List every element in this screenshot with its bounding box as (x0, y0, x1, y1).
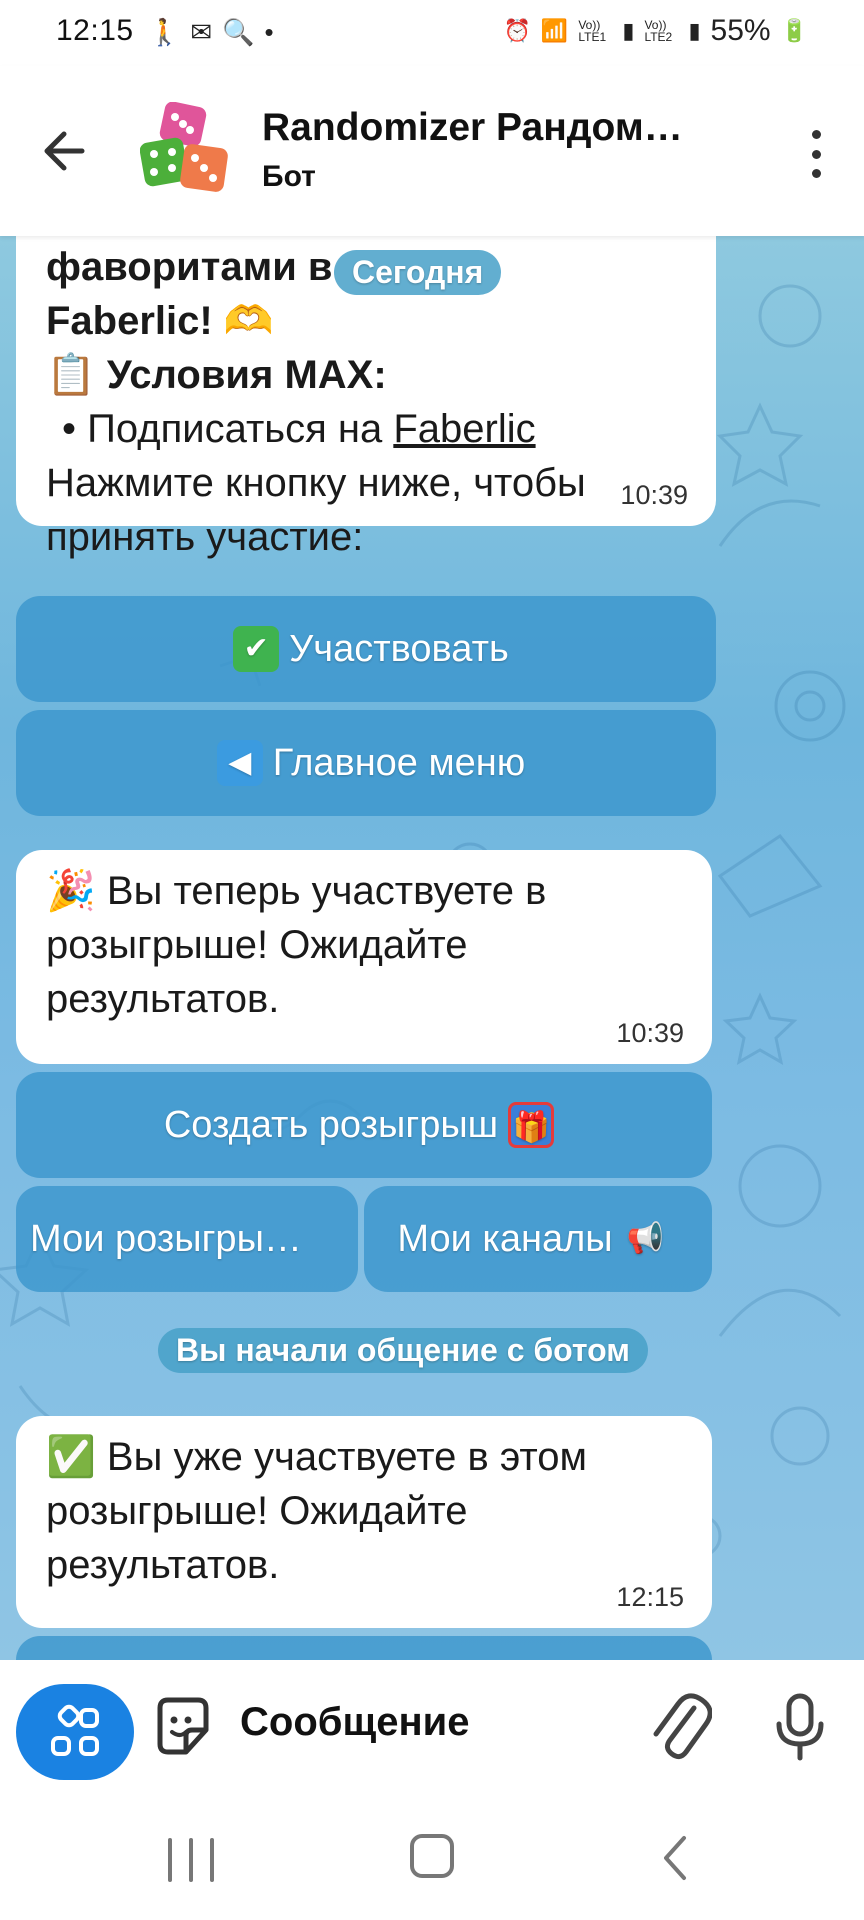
paperclip-icon (653, 1693, 713, 1760)
recents-button[interactable] (168, 1838, 214, 1882)
inline-button-partial[interactable] (16, 1636, 712, 1660)
sim1-label: Vo)) LTE1 (578, 18, 607, 44)
message-input[interactable]: Сообщение (240, 1700, 469, 1745)
battery-level: 55% (710, 14, 771, 47)
bot-avatar[interactable] (139, 101, 230, 198)
chat-header: Randomizer Рандом… Бот (0, 66, 864, 236)
sim2-label: Vo)) LTE2 (644, 18, 673, 44)
status-left-icons: 🚶 ✉ 🔍 • (148, 16, 274, 48)
message-text: 🎉 Вы теперь участвуете в (46, 869, 547, 913)
status-bar: 12:15 🚶 ✉ 🔍 • ⏰ 📶 Vo)) LTE1 ▮ Vo)) LTE2 … (0, 0, 864, 66)
recents-bar (210, 1838, 214, 1882)
message-time: 10:39 (616, 1018, 684, 1048)
message-text: • Подписаться на Faberlic (46, 402, 586, 456)
message-text: результатов. (46, 1543, 280, 1587)
check-icon: ✔ (233, 626, 280, 672)
message-text: Нажмите кнопку ниже, чтобы (46, 461, 586, 505)
wifi-icon: 📶 (540, 18, 569, 43)
message-text: ✅ Вы уже участвуете в этом (46, 1435, 588, 1479)
mail-icon: ✉ (190, 17, 213, 47)
attach-button[interactable] (650, 1690, 713, 1764)
kebab-dot (811, 169, 821, 178)
recents-bar (189, 1838, 193, 1882)
grid-icon (51, 1704, 99, 1756)
gift-icon: 🎁 (508, 1102, 555, 1148)
participate-label: Участвовать (289, 627, 509, 670)
kebab-dot (811, 130, 821, 139)
main-menu-button[interactable]: ◀ Главное меню (16, 710, 716, 816)
megaphone-icon: 📢 (626, 1222, 665, 1255)
chat-area[interactable]: фаворитами в Faberlic! 🫶 📋 Условия MAX: … (0, 236, 864, 1660)
alarm-icon: ⏰ (503, 18, 531, 43)
message-text: фаворитами в (46, 245, 333, 289)
bullet-text: • Подписаться на (62, 407, 394, 451)
message-text: результатов. (46, 977, 280, 1021)
status-right-icons: ⏰ 📶 Vo)) LTE1 ▮ Vo)) LTE2 ▮ 55% 🔋 (504, 14, 808, 48)
main-menu-label: Главное меню (272, 741, 526, 784)
my-channels-label: Мои каналы (397, 1217, 613, 1260)
message-text: принять участие: (46, 515, 364, 559)
message-time: 10:39 (620, 480, 688, 510)
search-icon: 🔍 (222, 17, 255, 47)
recents-bar (168, 1838, 172, 1882)
my-channels-button[interactable]: Мои каналы 📢 (364, 1186, 712, 1292)
signal-icon: ▮ (622, 18, 635, 43)
message-text: розыгрыше! Ожидайте (46, 923, 468, 967)
home-button[interactable] (410, 1834, 454, 1878)
create-giveaway-label: Создать розыгрыш (163, 1103, 499, 1146)
system-back-button[interactable] (660, 1834, 690, 1882)
my-giveaways-label: Мои розыгры… (30, 1217, 302, 1260)
message-text: Faberlic! 🫶 (46, 299, 274, 343)
message-time: 12:15 (616, 1582, 684, 1612)
message-conditions: 📋 Условия MAX: (46, 353, 387, 397)
service-message: Вы начали общение с ботом (158, 1328, 648, 1373)
kebab-dot (811, 149, 821, 159)
chevron-left-icon (664, 1836, 686, 1880)
date-pill: Сегодня (334, 250, 502, 295)
arrow-left-icon (44, 131, 85, 171)
more-options-button[interactable] (796, 124, 836, 184)
microphone-icon (776, 1693, 824, 1761)
status-time: 12:15 (56, 14, 134, 47)
signal-icon: ▮ (688, 18, 701, 43)
dice-icon (139, 101, 228, 192)
microphone-button[interactable] (770, 1690, 830, 1764)
bot-menu-button[interactable] (16, 1684, 134, 1780)
create-giveaway-button[interactable]: Создать розыгрыш 🎁 (16, 1072, 712, 1178)
message-bubble[interactable]: 🎉 Вы теперь участвуете в розыгрыше! Ожид… (16, 850, 712, 1064)
battery-icon: 🔋 (780, 18, 808, 43)
walking-icon: 🚶 (148, 17, 181, 47)
chat-title[interactable]: Randomizer Рандом… (262, 106, 683, 150)
participate-button[interactable]: ✔ Участвовать (16, 596, 716, 702)
message-input-bar: Сообщение (0, 1660, 864, 1790)
faberlic-link[interactable]: Faberlic (393, 407, 535, 451)
my-giveaways-button[interactable]: Мои розыгры… (16, 1186, 358, 1292)
system-nav-bar (0, 1790, 864, 1920)
dot-icon: • (264, 17, 274, 47)
back-triangle-icon: ◀ (216, 740, 263, 786)
sticker-button[interactable] (150, 1694, 216, 1760)
sticker-icon (157, 1697, 209, 1755)
message-bubble[interactable]: ✅ Вы уже участвуете в этом розыгрыше! Ож… (16, 1416, 712, 1628)
back-button[interactable] (36, 121, 96, 181)
message-text: розыгрыше! Ожидайте (46, 1489, 468, 1533)
chat-subtitle: Бот (262, 160, 316, 193)
